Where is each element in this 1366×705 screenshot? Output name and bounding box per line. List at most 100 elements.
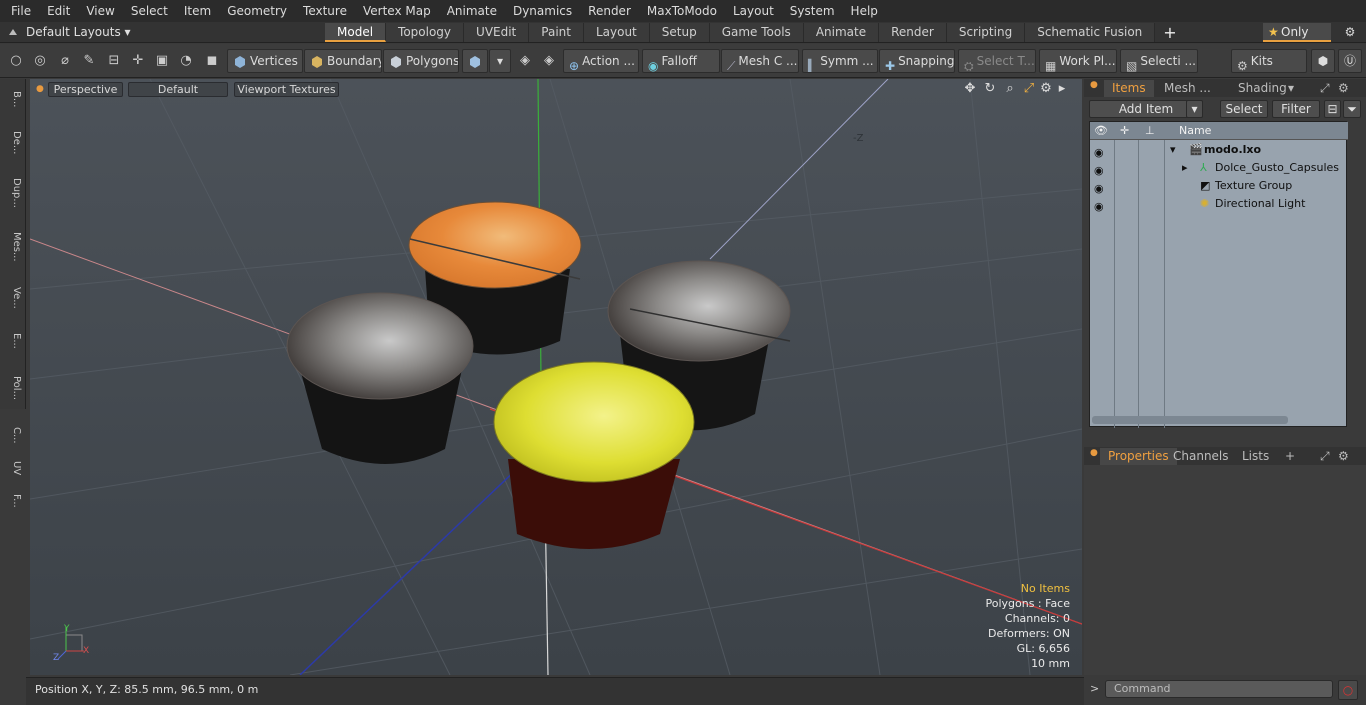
- eye-icon[interactable]: ◉: [1094, 144, 1108, 159]
- add-item-dropdown[interactable]: ▾: [1186, 100, 1203, 118]
- rotate-view-icon[interactable]: ↻: [982, 81, 998, 97]
- tree-row-directional-light[interactable]: ◉ ✺ Directional Light: [1090, 195, 1348, 213]
- left-tab-7[interactable]: C...: [4, 419, 22, 451]
- left-tab-4[interactable]: Ve...: [4, 278, 22, 317]
- select-circle-icon[interactable]: ○: [5, 49, 27, 73]
- panel-menu-dot-icon[interactable]: ●: [1090, 80, 1098, 90]
- expand-icon[interactable]: ⤢: [1320, 80, 1330, 97]
- select-button[interactable]: Select: [1220, 100, 1268, 118]
- viewport-menu-dot-icon[interactable]: ●: [36, 84, 44, 94]
- tab-render[interactable]: Render: [879, 23, 947, 42]
- name-column-header[interactable]: Name: [1179, 122, 1211, 140]
- viewport-textures-button[interactable]: Viewport Textures: [234, 82, 339, 97]
- render-column-icon[interactable]: ⊥: [1145, 122, 1155, 140]
- 3d-viewport[interactable]: -Z Y X Z ● Perspective Default Viewport …: [30, 79, 1082, 675]
- left-tab-8[interactable]: UV: [4, 459, 22, 477]
- gear-icon[interactable]: ⚙: [1340, 23, 1360, 42]
- collapse-icon[interactable]: ⊟: [1324, 100, 1341, 118]
- falloff-button[interactable]: ◉ Falloff: [642, 49, 720, 73]
- menu-select[interactable]: Select: [123, 0, 176, 22]
- add-tab-icon[interactable]: +: [1155, 23, 1184, 42]
- vertices-button[interactable]: Vertices: [227, 49, 303, 73]
- item-mode-icon[interactable]: ◼: [201, 49, 223, 73]
- tree-row-capsules[interactable]: ◉ ▸ ⅄ Dolce_Gusto_Capsules: [1090, 159, 1348, 177]
- move-icon[interactable]: ✛: [127, 49, 149, 73]
- tab-animate[interactable]: Animate: [803, 23, 880, 42]
- menu-maxtomodo[interactable]: MaxToModo: [639, 0, 725, 22]
- menu-vertex-map[interactable]: Vertex Map: [355, 0, 439, 22]
- menu-render[interactable]: Render: [580, 0, 639, 22]
- menu-dynamics[interactable]: Dynamics: [505, 0, 580, 22]
- mode-dropdown[interactable]: ▾: [489, 49, 511, 73]
- properties-gear-icon[interactable]: ⚙: [1338, 448, 1349, 465]
- tab-setup[interactable]: Setup: [649, 23, 710, 42]
- left-tab-0[interactable]: B...: [4, 83, 22, 115]
- add-tab-icon[interactable]: +: [1285, 448, 1295, 465]
- menu-system[interactable]: System: [782, 0, 843, 22]
- tab-game-tools[interactable]: Game Tools: [709, 23, 804, 42]
- symmetry-x-icon[interactable]: ◈: [514, 49, 536, 73]
- menu-layout[interactable]: Layout: [725, 0, 782, 22]
- record-macro-icon[interactable]: ○: [1338, 680, 1358, 700]
- tab-lists[interactable]: Lists: [1242, 448, 1269, 465]
- snapping-button[interactable]: ✚ Snapping: [879, 49, 955, 73]
- tab-scripting[interactable]: Scripting: [946, 23, 1026, 42]
- polygons-button[interactable]: Polygons: [383, 49, 459, 73]
- properties-menu-dot-icon[interactable]: ●: [1090, 448, 1098, 458]
- pan-icon[interactable]: ✥: [962, 81, 978, 97]
- expand-triangle-icon[interactable]: ▾: [1170, 141, 1176, 159]
- menu-edit[interactable]: Edit: [39, 0, 78, 22]
- menu-help[interactable]: Help: [843, 0, 886, 22]
- tree-row-modo[interactable]: ◉ ▾ 🎬 modo.lxo: [1090, 141, 1348, 159]
- left-tab-6[interactable]: Pol...: [4, 365, 22, 411]
- tab-shading[interactable]: Shading: [1238, 80, 1287, 97]
- paint-select-icon[interactable]: ✎: [78, 49, 100, 73]
- menu-geometry[interactable]: Geometry: [219, 0, 295, 22]
- boundary-button[interactable]: Boundary: [304, 49, 382, 73]
- expand-icon[interactable]: ⤢: [1320, 448, 1330, 465]
- tab-schematic-fusion[interactable]: Schematic Fusion: [1025, 23, 1156, 42]
- viewport-menu-arrow-icon[interactable]: ▸: [1054, 81, 1070, 97]
- box-select-icon[interactable]: ▣: [151, 49, 173, 73]
- symmetry-y-icon[interactable]: ◈: [538, 49, 560, 73]
- menu-view[interactable]: View: [78, 0, 122, 22]
- tab-properties[interactable]: Properties: [1100, 448, 1177, 465]
- tab-items[interactable]: Items: [1104, 80, 1154, 97]
- menu-item[interactable]: Item: [176, 0, 219, 22]
- rotate-icon[interactable]: ◔: [175, 49, 197, 73]
- kits-button[interactable]: ⚙ Kits: [1231, 49, 1307, 73]
- left-tab-1[interactable]: De...: [4, 123, 22, 162]
- layout-selector[interactable]: Default Layouts ▾: [26, 22, 131, 43]
- eye-icon[interactable]: ◉: [1094, 162, 1108, 177]
- symmetry-button[interactable]: ▍ Symm ...: [802, 49, 878, 73]
- tab-layout[interactable]: Layout: [583, 23, 650, 42]
- selection-sets-button[interactable]: ▧ Selecti ...: [1120, 49, 1198, 73]
- fit-view-icon[interactable]: ⤢: [1021, 81, 1037, 97]
- menu-animate[interactable]: Animate: [439, 0, 505, 22]
- command-input[interactable]: Command: [1105, 680, 1333, 698]
- menu-file[interactable]: File: [3, 0, 39, 22]
- globe-icon[interactable]: ◎: [29, 49, 51, 73]
- zoom-icon[interactable]: ⌕: [1002, 81, 1018, 97]
- tab-paint[interactable]: Paint: [529, 23, 584, 42]
- tree-row-texture-group[interactable]: ◉ ◩ Texture Group: [1090, 177, 1348, 195]
- expand-triangle-icon[interactable]: ▸: [1182, 159, 1188, 177]
- tab-uvedit[interactable]: UVEdit: [464, 23, 530, 42]
- eye-icon[interactable]: ◉: [1094, 180, 1108, 195]
- menu-texture[interactable]: Texture: [295, 0, 355, 22]
- work-plane-button[interactable]: ▦ Work Pl...: [1039, 49, 1117, 73]
- left-tab-5[interactable]: E...: [4, 325, 22, 357]
- lasso-icon[interactable]: ⌀: [54, 49, 76, 73]
- funnel-icon[interactable]: ⏷: [1343, 100, 1361, 118]
- action-center-button[interactable]: ⊕ Action ...: [563, 49, 639, 73]
- eye-icon[interactable]: ◉: [1094, 198, 1108, 213]
- unity-icon[interactable]: ⬢: [1311, 49, 1335, 73]
- shading-style-button[interactable]: Default: [128, 82, 228, 97]
- viewport-settings-gear-icon[interactable]: ⚙: [1038, 81, 1054, 97]
- only-button[interactable]: ★ Only: [1263, 23, 1331, 42]
- material-mode-button[interactable]: [462, 49, 488, 73]
- chevron-down-icon[interactable]: ▾: [1288, 80, 1294, 97]
- layout-arrow-icon[interactable]: [8, 27, 18, 37]
- transform-icon[interactable]: ⊟: [103, 49, 125, 73]
- lock-column-icon[interactable]: ✛: [1120, 122, 1129, 140]
